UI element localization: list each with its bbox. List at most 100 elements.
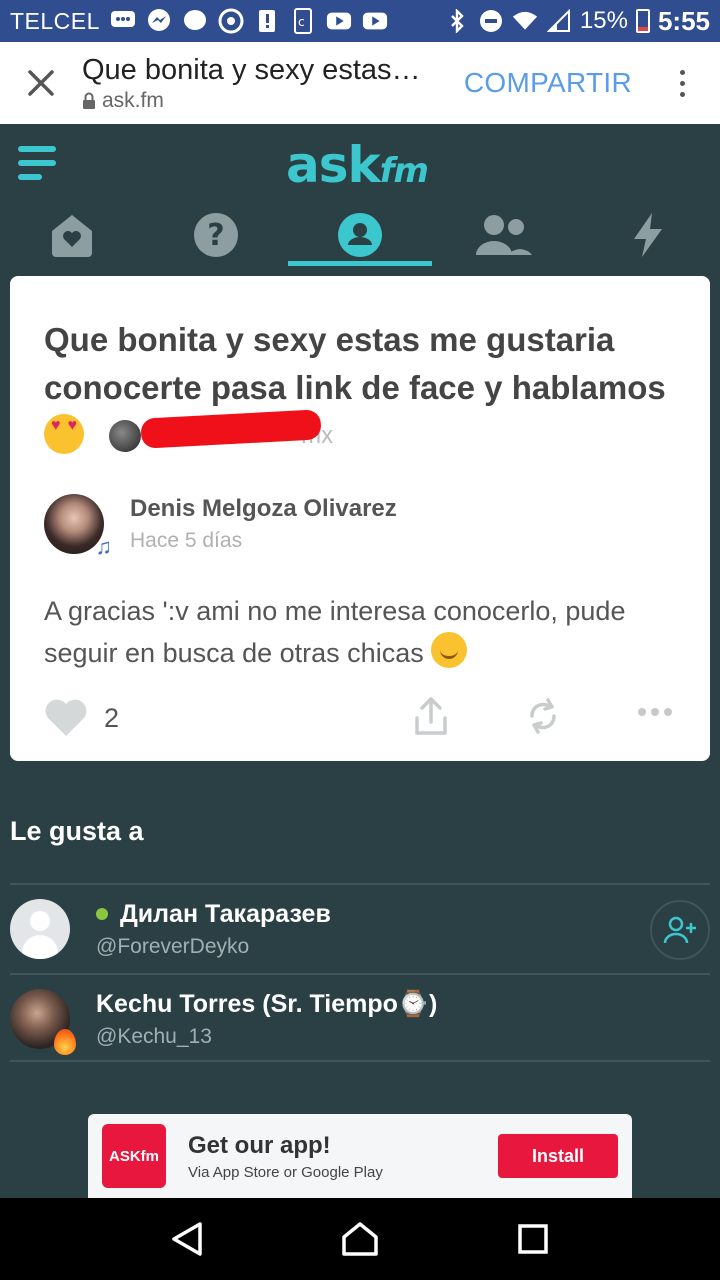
recents-icon	[518, 1224, 549, 1254]
banner-text: Get our app! Via App Store or Google Pla…	[188, 1132, 383, 1181]
smile-emoji-icon	[431, 632, 468, 668]
more-menu-button[interactable]	[662, 53, 702, 113]
tab-friends[interactable]	[432, 200, 576, 270]
divider	[10, 883, 710, 885]
more-dot	[638, 708, 646, 716]
home-nav-icon	[342, 1222, 378, 1256]
online-status-dot	[96, 908, 108, 920]
system-nav-bar	[0, 1198, 720, 1280]
carrier-label: TELCEL	[10, 7, 100, 34]
follow-button[interactable]	[650, 900, 710, 960]
youtube-icon	[326, 8, 352, 34]
more-dot	[651, 708, 659, 716]
liker-meta: Kechu Torres (Sr. Tiempo⌚) @Kechu_13	[96, 990, 437, 1049]
svg-text:?: ?	[207, 218, 224, 253]
share-post-button[interactable]	[414, 696, 448, 741]
answerer-name[interactable]: Denis Melgoza Olivarez	[130, 495, 397, 523]
answerer[interactable]: ♫ Denis Melgoza Olivarez Hace 5 días	[44, 494, 397, 559]
liker-name[interactable]: Kechu Torres (Sr. Tiempo⌚)	[96, 990, 437, 1019]
close-icon	[28, 70, 54, 96]
menu-button[interactable]	[18, 146, 58, 180]
liker-name-text: Дилан Такаразев	[120, 899, 331, 928]
asker-avatar	[109, 420, 142, 452]
lock-icon	[83, 92, 95, 109]
share-button[interactable]: COMPARTIR	[464, 67, 632, 99]
sms-icon	[110, 8, 136, 34]
list-item[interactable]: Kechu Torres (Sr. Tiempo⌚) @Kechu_13	[10, 976, 710, 1062]
asker-name-redacted: mx	[140, 409, 333, 460]
bluetooth-icon	[444, 8, 470, 34]
menu-line	[18, 174, 42, 180]
logo-suffix: fm	[379, 151, 429, 191]
banner-subtitle: Via App Store or Google Play	[188, 1163, 383, 1181]
menu-line	[18, 146, 56, 152]
answerer-meta: Denis Melgoza Olivarez Hace 5 días	[130, 495, 397, 553]
liker-name[interactable]: Дилан Такаразев	[96, 900, 331, 929]
avatar[interactable]	[10, 899, 70, 959]
lightning-icon	[634, 213, 662, 257]
question-icon: ?	[194, 213, 238, 257]
browser-toolbar: Que bonita y sexy estas… ask.fm COMPARTI…	[0, 42, 720, 124]
like-count: 2	[104, 702, 120, 733]
tab-home[interactable]	[0, 200, 144, 270]
liker-handle: @ForeverDeyko	[96, 934, 250, 958]
chat-bubble-icon	[182, 8, 208, 34]
tab-profile[interactable]	[288, 200, 432, 270]
list-item[interactable]: Дилан Такаразев @ForeverDeyko	[10, 886, 710, 972]
askfm-logo[interactable]: askfm	[286, 136, 429, 194]
logo-main: ask	[286, 136, 381, 194]
answer-text: A gracias ':v ami no me interesa conocer…	[44, 596, 626, 668]
page-url: ask.fm	[82, 89, 464, 113]
post-actions: 2	[44, 696, 676, 740]
install-button[interactable]: Install	[498, 1134, 618, 1178]
close-tab-button[interactable]	[0, 42, 82, 124]
youtube-icon-2	[362, 8, 388, 34]
home-icon	[52, 215, 92, 257]
asker[interactable]: mx	[109, 409, 333, 460]
back-button[interactable]	[157, 1209, 217, 1269]
svg-text:c: c	[298, 15, 305, 29]
heart-eyes-emoji-icon	[44, 414, 84, 454]
signal-icon	[546, 8, 572, 34]
repost-button[interactable]	[524, 696, 562, 741]
app-promo-banner[interactable]: ASKfm Get our app! Via App Store or Goog…	[88, 1114, 632, 1198]
avatar[interactable]	[10, 989, 76, 1055]
phone-c-icon: c	[290, 8, 316, 34]
menu-line	[18, 160, 56, 166]
battery-icon	[635, 9, 650, 33]
home-button[interactable]	[330, 1209, 390, 1269]
wifi-icon	[512, 8, 538, 34]
clock: 5:55	[657, 5, 710, 36]
app-header: askfm ?	[0, 124, 720, 270]
tab-questions[interactable]: ?	[144, 200, 288, 270]
avatar[interactable]: ♫	[44, 494, 112, 559]
chrome-icon	[218, 8, 244, 34]
music-note-icon: ♫	[95, 534, 113, 559]
divider	[10, 973, 710, 975]
system-status: 15% 5:55	[444, 6, 710, 37]
question-block[interactable]: Que bonita y sexy estas me gustaria cono…	[44, 316, 674, 461]
share-icon	[415, 697, 447, 735]
question-text: Que bonita y sexy estas me gustaria cono…	[44, 321, 666, 406]
more-dot	[679, 69, 685, 75]
answer-block: A gracias ':v ami no me interesa conocer…	[44, 590, 674, 674]
add-user-icon	[663, 916, 696, 944]
tab-activity[interactable]	[576, 200, 720, 270]
post-card: Que bonita y sexy estas me gustaria cono…	[10, 276, 710, 761]
alert-icon	[254, 8, 280, 34]
url-text: ask.fm	[102, 88, 164, 112]
notification-icons: c	[110, 8, 388, 34]
main-tabs: ?	[0, 200, 720, 270]
friends-icon	[476, 215, 532, 255]
likes-section-title: Le gusta a	[10, 816, 144, 846]
recents-button[interactable]	[503, 1209, 563, 1269]
back-icon	[171, 1222, 202, 1256]
divider	[10, 1060, 710, 1062]
liker-name-text: Kechu Torres (Sr. Tiempo⌚)	[96, 989, 438, 1018]
liker-meta: Дилан Такаразев @ForeverDeyko	[96, 900, 331, 959]
like-heart-icon[interactable]	[44, 699, 88, 737]
post-more-button[interactable]	[638, 708, 672, 716]
answer-timestamp: Hace 5 días	[130, 529, 243, 552]
more-dot	[679, 80, 685, 86]
more-dot	[679, 91, 685, 97]
